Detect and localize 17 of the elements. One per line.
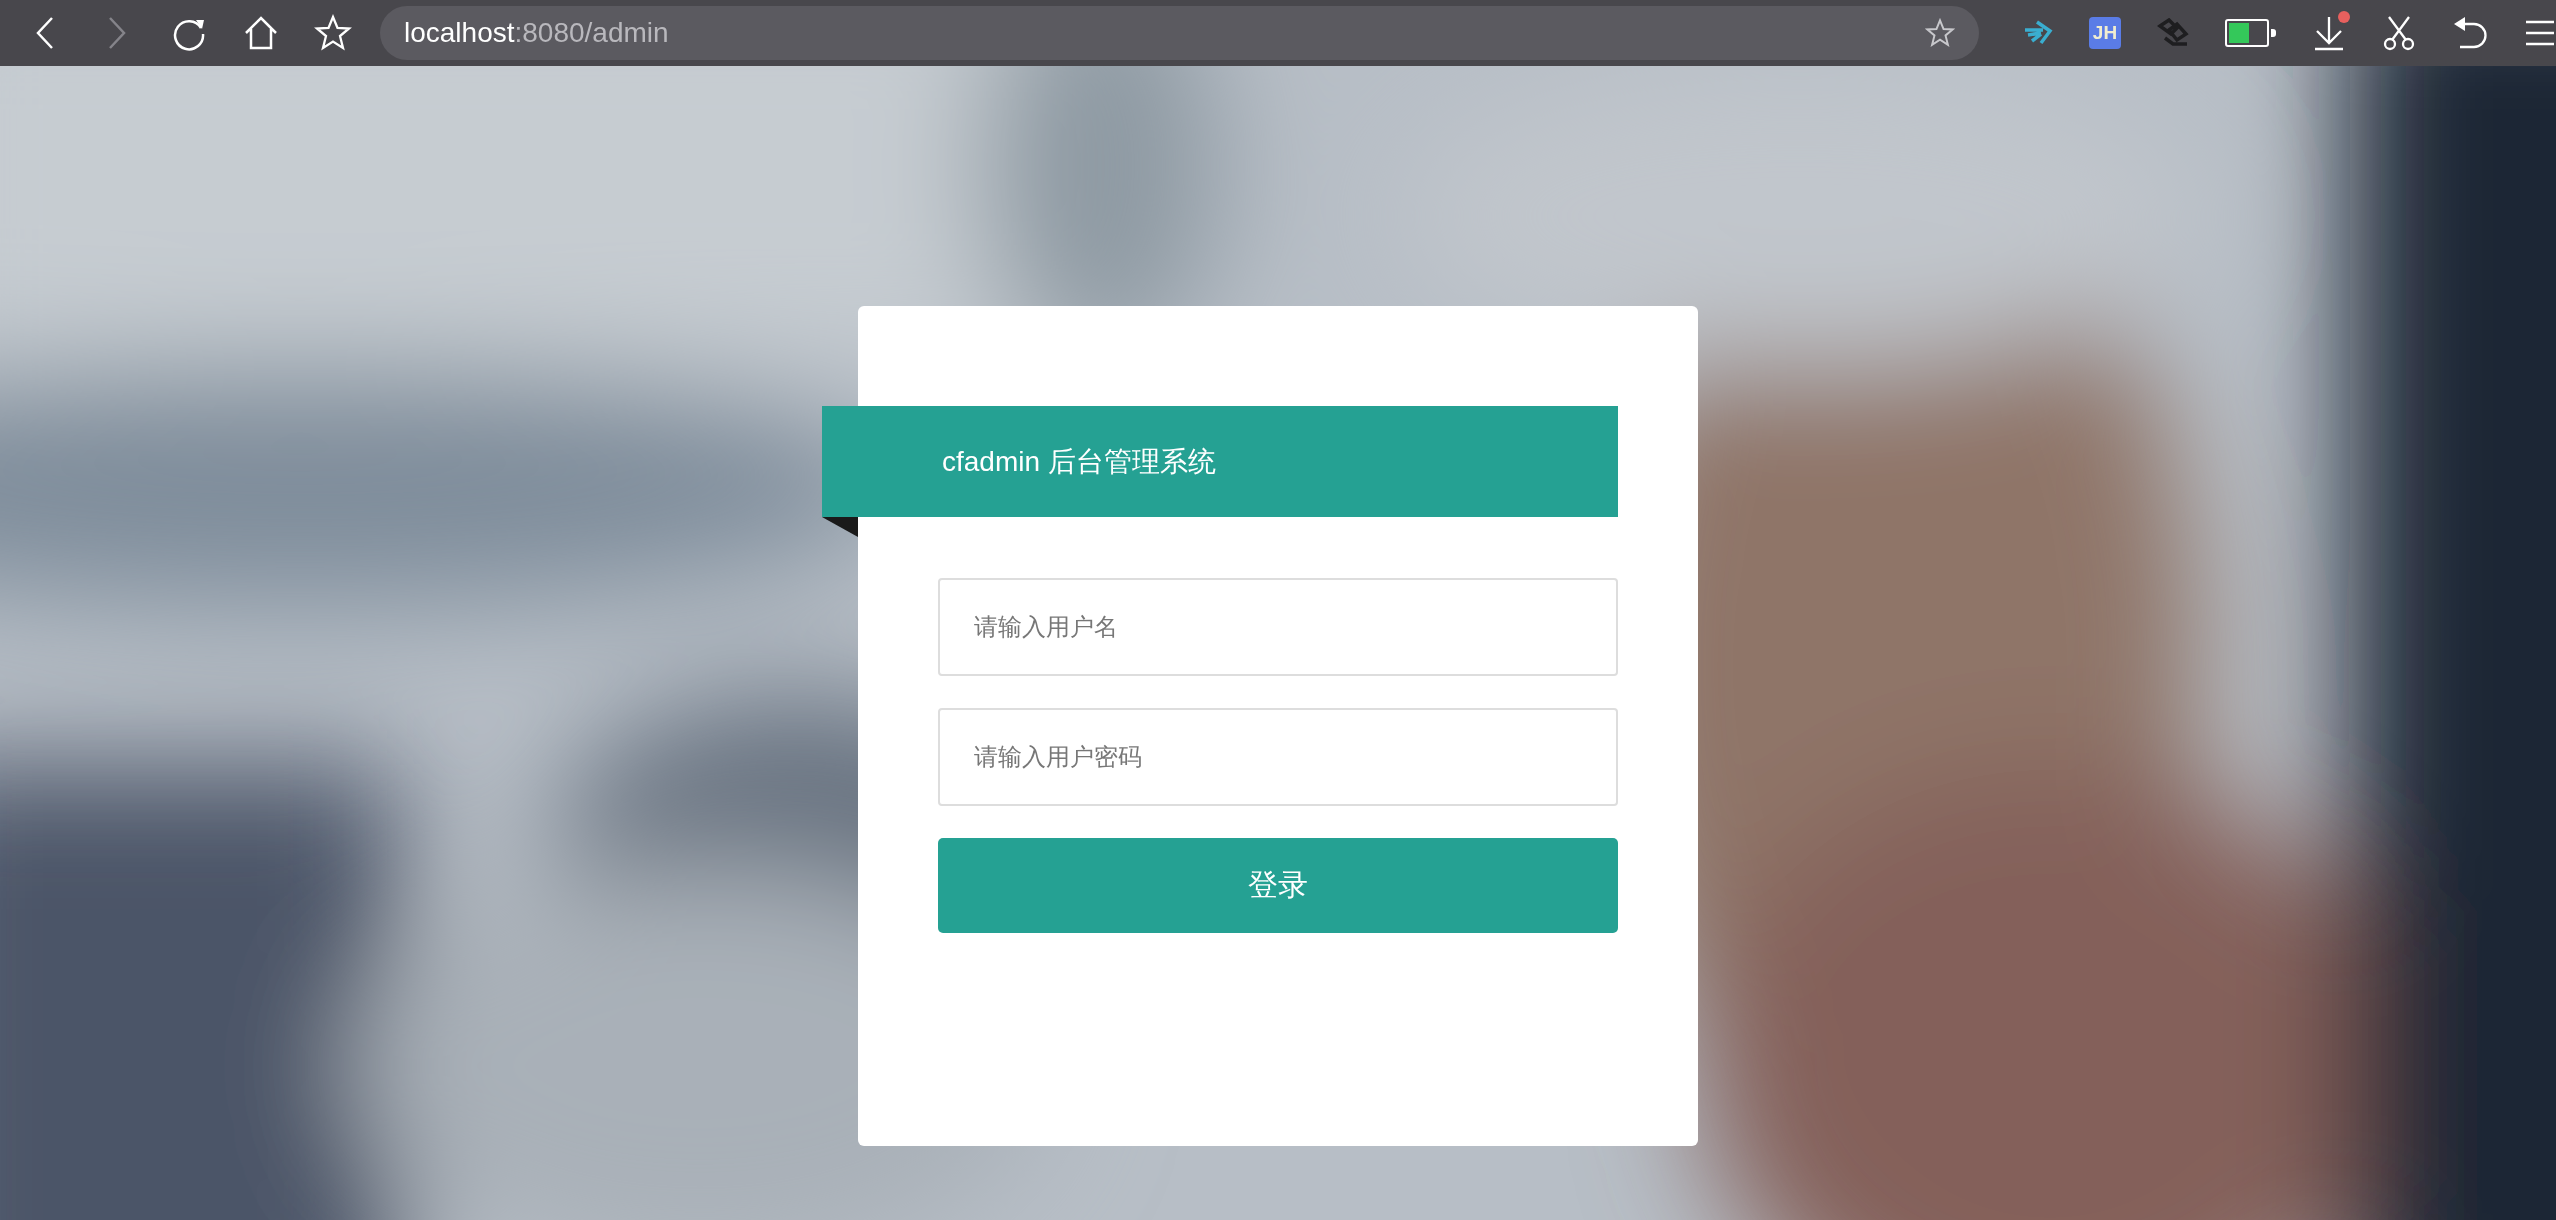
login-button[interactable]: 登录 [938,838,1618,933]
menu-icon[interactable] [2524,19,2556,47]
bookmark-button[interactable] [314,13,352,53]
url-path: :8080/admin [514,17,669,49]
input-field[interactable]: 请输入用户密码 [938,708,1618,806]
star-icon [314,14,352,52]
extension-badge[interactable]: JH [2089,17,2121,49]
app-title: cfadmin 后台管理系统 [942,444,1216,479]
url-host: localhost [404,17,515,49]
download-icon[interactable] [2312,15,2346,51]
scissors-icon[interactable] [2382,15,2416,51]
undo-icon[interactable] [2452,16,2488,50]
battery-icon[interactable] [2225,19,2276,47]
address-bar[interactable]: localhost:8080/admin [380,6,1979,60]
star-icon[interactable] [1925,18,1955,48]
input-field[interactable]: 请输入用户名 [938,578,1618,676]
ribbon-fold [822,517,858,537]
